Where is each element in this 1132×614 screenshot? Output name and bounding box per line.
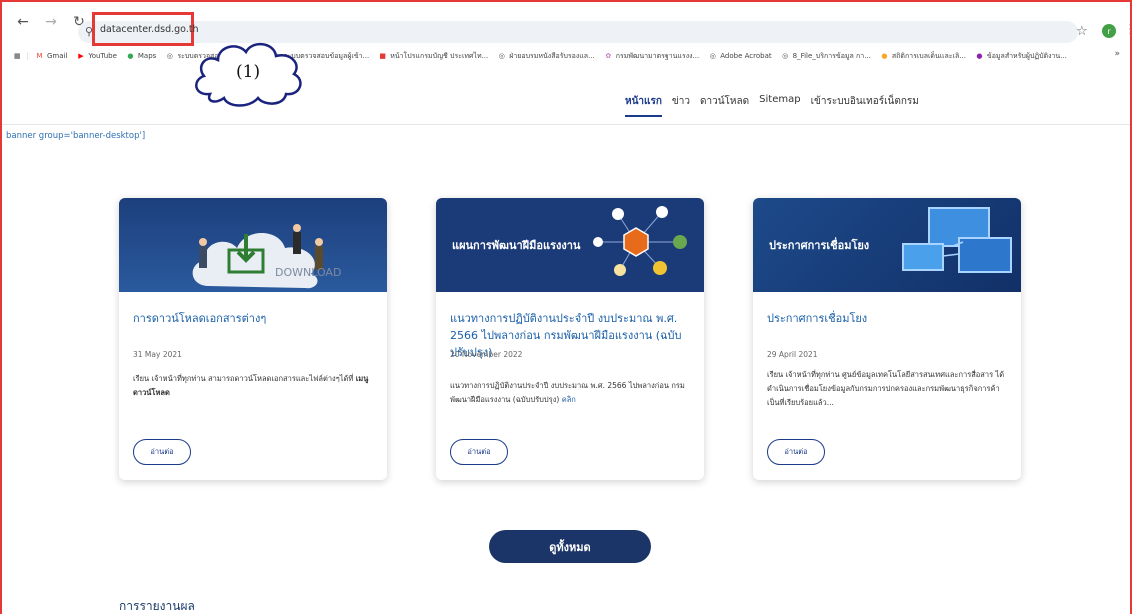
bookmark-label: สถิติการเบลเด็นเเละเลิ... — [891, 51, 966, 60]
read-more-button[interactable]: อ่านต่อ — [450, 439, 508, 465]
nav-news[interactable]: ข่าว — [672, 94, 690, 117]
card-image-linkage: ประกาศการเชื่อมโยง — [753, 198, 1021, 292]
apps-icon[interactable]: ▦ — [14, 52, 21, 60]
card-image-caption: DOWNLOAD — [275, 266, 342, 279]
bookmark-label: หน้าโปรแกรมบัญชี ประเทศไท... — [390, 51, 489, 60]
card-description: เรียน เจ้าหน้าที่ทุกท่าน ศูนย์ข้อมูลเทคโ… — [767, 370, 1005, 407]
card-image-caption: ประกาศการเชื่อมโยง — [769, 239, 870, 252]
bookmark-label: Gmail — [46, 52, 68, 60]
bookmark-label: กรมพัฒนามาตรฐานแรงง... — [615, 51, 700, 60]
bookmark-item[interactable]: ● Maps — [126, 52, 156, 61]
bookmark-divider: | — [26, 52, 29, 60]
card-date: 29 April 2021 — [767, 350, 818, 359]
bookmark-label: ข้อมูลสำหรับผู้ปฏิบัติงาน... — [986, 51, 1067, 60]
card-date: 20 November 2022 — [450, 350, 523, 359]
bookmark-item[interactable]: ● สถิติการเบลเด็นเเละเลิ... — [880, 51, 966, 62]
bookmark-item[interactable]: ◎ Adobe Acrobat — [708, 51, 772, 61]
annotation-label: (1) — [236, 62, 261, 82]
globe-icon: ◎ — [782, 51, 789, 60]
card-title[interactable]: ประกาศการเชื่อมโยง — [767, 310, 1011, 327]
card-image-plan: แผนการพัฒนาฝีมือแรงงาน — [436, 198, 704, 292]
back-icon[interactable]: ← — [12, 11, 34, 33]
card-image-caption: แผนการพัฒนาฝีมือแรงงาน — [452, 239, 581, 252]
globe-icon: ◎ — [709, 51, 716, 60]
forward-icon[interactable]: → — [40, 11, 62, 33]
bulb-icon: ● — [881, 51, 888, 60]
nav-home[interactable]: หน้าแรก — [625, 94, 662, 117]
dsd-icon: ✿ — [605, 51, 612, 60]
bookmark-label: 8_File_บริการข้อมูล กา... — [792, 51, 871, 60]
nav-download[interactable]: ดาวน์โหลด — [700, 94, 749, 117]
site-nav: หน้าแรก ข่าว ดาวน์โหลด Sitemap เข้าระบบอ… — [625, 94, 929, 117]
bookmarks-bar: ▦ | M Gmail ▶ YouTube ● Maps ◎ ระบบตรวจสอบข้อมู… — [0, 46, 1132, 66]
menu-icon[interactable]: ⋮ — [1124, 22, 1132, 37]
nav-login[interactable]: เข้าระบบอินเทอร์เน็ตกรม — [811, 94, 919, 117]
youtube-icon: ▶ — [78, 51, 84, 60]
more-bookmarks-icon[interactable]: » — [1114, 49, 1120, 59]
nav-sitemap[interactable]: Sitemap — [759, 94, 800, 117]
bookmark-star-icon[interactable]: ☆ — [1076, 24, 1088, 39]
read-more-button[interactable]: อ่านต่อ — [133, 439, 191, 465]
bookmark-item[interactable]: ■ หน้าโปรแกรมบัญชี ประเทศไท... — [378, 51, 488, 62]
url-text[interactable]: datacenter.dsd.go.th — [92, 12, 199, 46]
profile-avatar[interactable]: r — [1102, 24, 1116, 38]
gmail-icon: M — [36, 51, 43, 60]
bookmark-label: Maps — [137, 52, 157, 60]
news-card-download: DOWNLOAD การดาวน์โหลดเอกสารต่างๆ 31 May … — [119, 198, 387, 480]
news-card-plan: แผนการพัฒนาฝีมือแรงงาน แนวทางการปฏิบัติง… — [436, 198, 704, 480]
section-title: การรายงานผล — [119, 599, 195, 613]
bookmark-item[interactable]: ✿ กรมพัฒนามาตรฐานแรงง... — [604, 51, 699, 62]
card-description: เรียน เจ้าหน้าที่ทุกท่าน สามารถดาวน์โหลด… — [133, 372, 373, 400]
globe-icon: ◎ — [166, 51, 173, 60]
nav-divider — [0, 124, 1132, 125]
bookmark-item[interactable]: ▶ YouTube — [76, 51, 117, 61]
purple-icon: ● — [976, 51, 983, 60]
red-square-icon: ■ — [379, 51, 387, 60]
card-date: 31 May 2021 — [133, 350, 182, 359]
bookmark-item[interactable]: ● ข้อมูลสำหรับผู้ปฏิบัติงาน... — [975, 51, 1067, 62]
card-description: แนวทางการปฏิบัติงานประจำปี งบประมาณ พ.ศ.… — [450, 379, 690, 407]
bookmark-label: ฝ่ายอบรมหนังสือรับรองแล... — [509, 51, 595, 60]
banner-placeholder-text: banner group='banner-desktop'] — [6, 131, 146, 141]
card-desc-link[interactable]: คลิก — [562, 395, 576, 404]
card-title[interactable]: การดาวน์โหลดเอกสารต่างๆ — [133, 310, 377, 327]
read-more-button[interactable]: อ่านต่อ — [767, 439, 825, 465]
bookmark-item[interactable]: M Gmail — [35, 52, 67, 61]
maps-icon: ● — [127, 51, 134, 60]
card-image-download: DOWNLOAD — [119, 198, 387, 292]
globe-icon: ◎ — [498, 51, 505, 60]
bookmark-label: Adobe Acrobat — [720, 52, 772, 60]
bookmark-label: YouTube — [88, 52, 117, 60]
bookmark-item[interactable]: ◎ 8_File_บริการข้อมูล กา... — [781, 51, 871, 62]
bookmark-item[interactable]: ◎ ฝ่ายอบรมหนังสือรับรองแล... — [497, 51, 595, 62]
cloud-download-icon — [192, 224, 323, 289]
card-desc-text: เรียน เจ้าหน้าที่ทุกท่าน สามารถดาวน์โหลด… — [133, 374, 356, 383]
news-card-linkage: ประกาศการเชื่อมโยง ประกาศการเชื่อมโยง 29… — [753, 198, 1021, 480]
view-all-button[interactable]: ดูทั้งหมด — [489, 530, 651, 563]
